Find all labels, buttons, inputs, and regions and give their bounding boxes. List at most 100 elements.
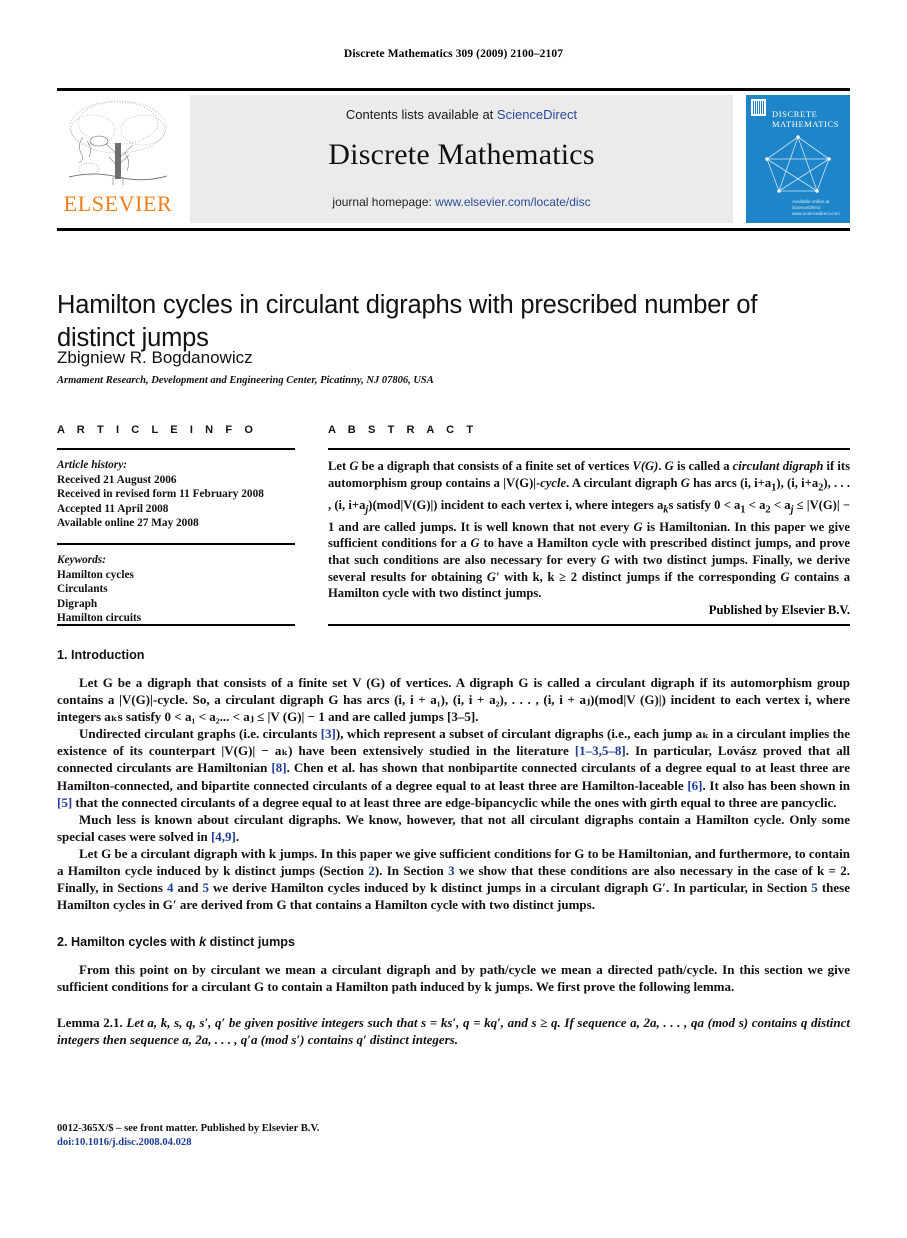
paragraph-text: ). In Section	[374, 863, 449, 879]
paper-page: Discrete Mathematics 309 (2009) 2100–210…	[0, 0, 907, 1238]
doi-link[interactable]: doi:10.1016/j.disc.2008.04.028	[57, 1136, 557, 1150]
abstract-frag: be a digraph that consists of a finite s…	[358, 459, 633, 473]
abstract-var-vg: V(G)	[632, 459, 659, 473]
author-affiliation: Armament Research, Development and Engin…	[57, 375, 434, 386]
abstract-emph: circulant digraph	[732, 459, 824, 473]
abstract-var-g: G	[780, 569, 790, 584]
elsevier-wordmark: ELSEVIER	[63, 191, 173, 216]
abstract-frag: . A circulant digraph	[566, 475, 681, 490]
history-item: Accepted 11 April 2008	[57, 502, 169, 515]
page-footer: 0012-365X/$ – see front matter. Publishe…	[57, 1122, 557, 1150]
journal-band: Contents lists available at ScienceDirec…	[190, 95, 733, 223]
intro-paragraph-2: Undirected circulant graphs (i.e. circul…	[57, 725, 850, 810]
homepage-prefix-text: journal homepage:	[332, 195, 436, 209]
keyword-item: Circulants	[57, 583, 108, 596]
abstract-var-gprime: G′	[486, 569, 500, 584]
abstract-var-g: G	[664, 459, 674, 473]
contents-prefix-text: Contents lists available at	[345, 107, 497, 122]
abstract-var-g: G	[470, 536, 480, 551]
keyword-item: Hamilton cycles	[57, 568, 134, 581]
abstract-publisher-line: Published by Elsevier B.V.	[708, 602, 850, 617]
journal-homepage-link[interactable]: www.elsevier.com/locate/disc	[435, 195, 590, 209]
paragraph-text: and	[173, 880, 203, 896]
lemma-2-1: Lemma 2.1. Let a, k, s, q, s′, q′ be giv…	[57, 1014, 850, 1048]
abstract-frag: ), (i, i+a	[776, 475, 819, 490]
elsevier-tree-icon	[68, 100, 168, 185]
section-heading-part: distinct jumps	[206, 935, 295, 950]
cover-footer-text: Available online at ScienceDirect www.sc…	[792, 199, 840, 216]
masthead-top-rule	[57, 88, 850, 91]
article-info-top-rule	[57, 448, 295, 450]
cover-title-text: DISCRETE MATHEMATICS	[772, 109, 840, 129]
lemma-text: Let a, k, s, q, s′, q′ be given positive…	[57, 1014, 851, 1047]
masthead-bottom-rule	[57, 228, 850, 231]
page-title: Hamilton cycles in circulant digraphs wi…	[57, 291, 758, 353]
cover-elsevier-icon	[751, 99, 766, 116]
article-info-column: A R T I C L E I N F O Article history: R…	[57, 424, 295, 626]
lemma-label: Lemma 2.1.	[57, 1014, 123, 1030]
paragraph-text: Undirected circulant graphs (i.e. circul…	[79, 726, 321, 742]
abstract-column: A B S T R A C T Let G be a digraph that …	[328, 424, 850, 618]
abstract-frag: Let	[328, 459, 350, 473]
journal-masthead: ELSEVIER Contents lists available at Sci…	[57, 95, 850, 225]
abstract-frag: is called a	[673, 459, 733, 473]
paragraph-text: . It also has been shown in	[702, 777, 850, 793]
copyright-line: 0012-365X/$ – see front matter. Publishe…	[57, 1123, 320, 1134]
abstract-bottom-rule	[328, 624, 850, 626]
citation-link[interactable]: [5]	[57, 795, 72, 810]
citation-link[interactable]: [6]	[687, 778, 702, 793]
article-info-heading: A R T I C L E I N F O	[57, 424, 258, 436]
author-name: Zbigniew R. Bogdanowicz	[57, 348, 253, 367]
keywords-label: Keywords:	[57, 553, 106, 566]
section-heading-hamilton-cycles: 2. Hamilton cycles with k distinct jumps	[57, 935, 850, 949]
citation-link[interactable]: [1–3,5–8]	[575, 743, 626, 758]
history-item: Received in revised form 11 February 200…	[57, 488, 264, 501]
paragraph-text: Let G be a digraph that consists of a fi…	[57, 675, 850, 725]
abstract-var-g: G	[600, 553, 610, 567]
abstract-emph: cycle	[540, 475, 567, 490]
intro-paragraph-4: Let G be a circulant digraph with k jump…	[57, 845, 850, 913]
journal-homepage-line: journal homepage: www.elsevier.com/locat…	[190, 195, 733, 209]
keyword-item: Digraph	[57, 597, 98, 610]
paragraph-text: we derive Hamilton cycles induced by k d…	[208, 880, 812, 896]
body-content: 1. Introduction Let G be a digraph that …	[57, 648, 850, 1048]
pentagram-graph-icon	[765, 135, 831, 193]
intro-paragraph-3: Much less is known about circulant digra…	[57, 811, 850, 845]
lemma-body: Let a, k, s, q, s′, q′ be given positive…	[57, 1015, 850, 1047]
abstract-frag: )(mod|V(G)|) incident to each vertex i, …	[368, 497, 664, 512]
paragraph-text: From this point on by circulant we mean …	[57, 962, 850, 995]
abstract-frag: < a	[745, 497, 766, 512]
journal-title: Discrete Mathematics	[328, 138, 595, 171]
section-heading-part: 2. Hamilton cycles with	[57, 935, 200, 950]
contents-available-line: Contents lists available at ScienceDirec…	[190, 107, 733, 122]
journal-cover-thumbnail[interactable]: DISCRETE MATHEMATICS Available online at…	[746, 95, 850, 223]
article-history-block: Article history: Received 21 August 2006…	[57, 458, 295, 531]
abstract-frag: has arcs (i, i+a	[689, 475, 772, 490]
abstract-var-g: G	[633, 519, 643, 534]
paragraph-text: .	[235, 828, 240, 844]
abstract-frag: < a	[770, 497, 791, 512]
abstract-top-rule	[328, 448, 850, 450]
citation-link[interactable]: [3]	[321, 726, 336, 741]
citation-link[interactable]: [8]	[271, 760, 286, 775]
article-info-bottom-rule	[57, 624, 295, 626]
elsevier-logo: ELSEVIER	[57, 95, 179, 223]
intro-paragraph-1: Let G be a digraph that consists of a fi…	[57, 674, 850, 725]
keywords-block: Keywords: Hamilton cycles Circulants Dig…	[57, 553, 295, 626]
running-head: Discrete Mathematics 309 (2009) 2100–210…	[343, 48, 564, 60]
paragraph-text: Much less is known about circulant digra…	[57, 811, 850, 844]
abstract-frag: with k, k ≥ 2 distinct jumps if the corr…	[499, 569, 781, 584]
section2-paragraph-1: From this point on by circulant we mean …	[57, 961, 850, 995]
abstract-heading: A B S T R A C T	[328, 424, 478, 436]
history-item: Received 21 August 2006	[57, 473, 177, 486]
paragraph-text: that the connected circulants of a degre…	[72, 794, 837, 810]
abstract-text: Let G be a digraph that consists of a fi…	[328, 458, 850, 602]
article-history-label: Article history:	[57, 459, 127, 471]
history-item: Available online 27 May 2008	[57, 517, 199, 530]
sciencedirect-link[interactable]: ScienceDirect	[497, 107, 577, 122]
section-heading-introduction: 1. Introduction	[57, 648, 145, 662]
abstract-frag: s satisfy 0 < a	[668, 497, 741, 512]
abstract-var-g: G	[680, 475, 690, 490]
article-info-mid-rule	[57, 542, 295, 545]
citation-link[interactable]: [4,9]	[211, 829, 236, 844]
